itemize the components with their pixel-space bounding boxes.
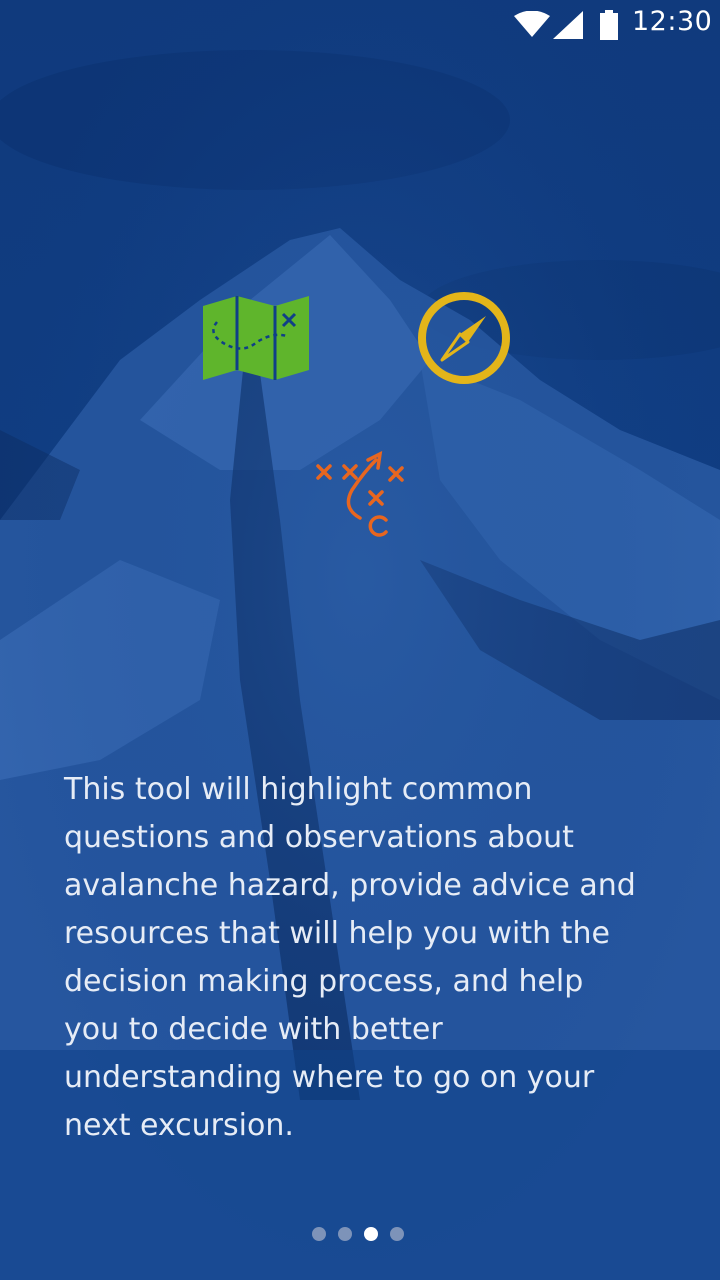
- page-dot-2[interactable]: [338, 1227, 352, 1241]
- battery-icon: [600, 10, 618, 40]
- map-icon: [203, 296, 309, 380]
- onboarding-screen: 12:30 This tool will highlight common qu…: [0, 0, 720, 1280]
- page-dot-3-active[interactable]: [364, 1227, 378, 1241]
- onboarding-description: This tool will highlight common question…: [64, 772, 636, 1143]
- wifi-icon: [514, 11, 550, 37]
- page-dot-4[interactable]: [390, 1227, 404, 1241]
- page-dot-1[interactable]: [312, 1227, 326, 1241]
- page-indicator: [312, 1227, 404, 1243]
- compass-icon: [418, 292, 510, 384]
- strategy-play-icon: [316, 450, 404, 537]
- cellular-signal-icon: [553, 11, 583, 39]
- status-bar: 12:30: [0, 0, 720, 48]
- status-time: 12:30: [632, 6, 713, 37]
